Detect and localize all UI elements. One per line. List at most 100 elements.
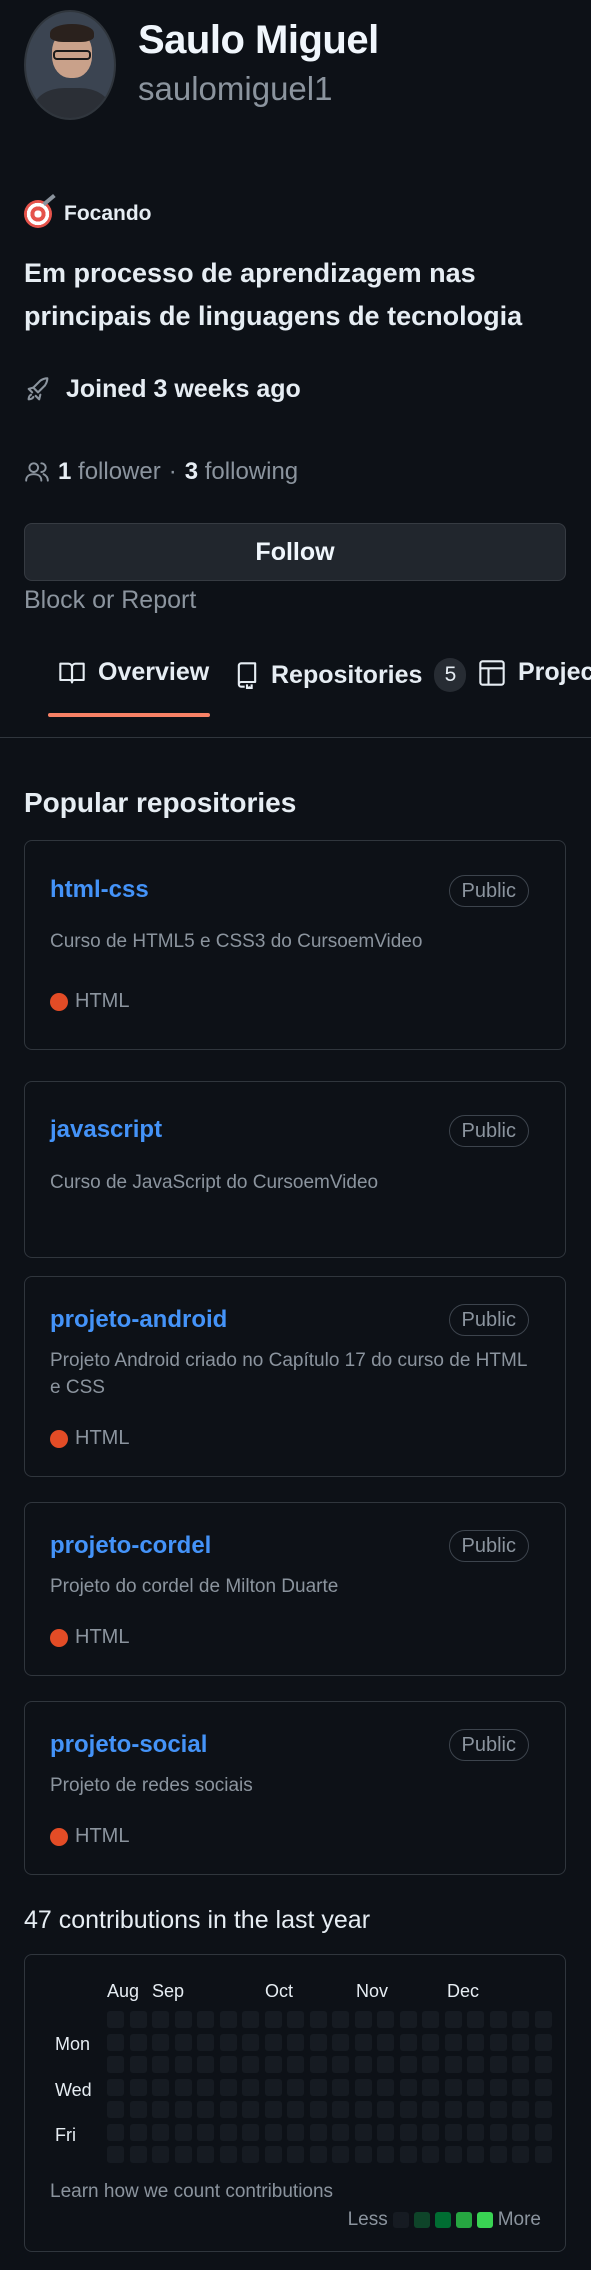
contribution-cell[interactable] [489,2033,507,2051]
contribution-cell[interactable] [152,2056,169,2073]
contribution-cell[interactable] [129,2101,147,2118]
contribution-cell[interactable] [467,2123,484,2141]
contribution-cell[interactable] [467,2101,484,2118]
contribution-cell[interactable] [377,2123,394,2141]
contribution-cell[interactable] [377,2146,394,2163]
contribution-cell[interactable] [377,2101,394,2118]
contribution-cell[interactable] [107,2078,124,2096]
contribution-cell[interactable] [197,2146,214,2163]
contribution-cell[interactable] [512,2056,529,2073]
followers-link[interactable]: 1 follower [58,458,161,486]
contribution-cell[interactable] [152,2101,169,2118]
status-badge[interactable]: Focando [24,200,152,228]
contribution-cell[interactable] [467,2011,484,2028]
contribution-cell[interactable] [309,2123,327,2141]
contribution-cell[interactable] [174,2123,192,2141]
contribution-cell[interactable] [489,2078,507,2096]
contribution-cell[interactable] [264,2033,282,2051]
contribution-cell[interactable] [422,2011,439,2028]
contribution-cell[interactable] [467,2078,484,2096]
learn-contributions-link[interactable]: Learn how we count contributions [50,2181,333,2203]
contribution-cell[interactable] [444,2011,462,2028]
contribution-cell[interactable] [354,2056,372,2073]
contribution-cell[interactable] [399,2078,417,2096]
contribution-cell[interactable] [512,2033,529,2051]
contribution-cell[interactable] [332,2033,349,2051]
contribution-cell[interactable] [287,2056,304,2073]
contribution-cell[interactable] [377,2011,394,2028]
block-report-link[interactable]: Block or Report [24,586,196,615]
contribution-cell[interactable] [129,2056,147,2073]
contribution-cell[interactable] [489,2123,507,2141]
contribution-cell[interactable] [534,2011,552,2028]
contribution-cell[interactable] [107,2123,124,2141]
tab-projects[interactable]: Projects [478,658,591,687]
contribution-cell[interactable] [422,2033,439,2051]
contribution-cell[interactable] [309,2078,327,2096]
contribution-cell[interactable] [242,2033,259,2051]
contribution-cell[interactable] [129,2146,147,2163]
contribution-cell[interactable] [242,2146,259,2163]
contribution-cell[interactable] [174,2011,192,2028]
contribution-cell[interactable] [287,2123,304,2141]
contribution-cell[interactable] [152,2033,169,2051]
contribution-cell[interactable] [129,2123,147,2141]
contribution-cell[interactable] [332,2011,349,2028]
contribution-cell[interactable] [197,2033,214,2051]
contribution-cell[interactable] [264,2011,282,2028]
contribution-cell[interactable] [219,2146,237,2163]
contribution-cell[interactable] [197,2123,214,2141]
repo-name-link[interactable]: projeto-social [50,1731,207,1759]
contribution-cell[interactable] [264,2056,282,2073]
contribution-cell[interactable] [534,2056,552,2073]
contribution-cell[interactable] [399,2146,417,2163]
contribution-cell[interactable] [287,2033,304,2051]
contribution-cell[interactable] [242,2101,259,2118]
contribution-cell[interactable] [354,2123,372,2141]
contribution-cell[interactable] [332,2123,349,2141]
contribution-cell[interactable] [534,2101,552,2118]
contribution-cell[interactable] [242,2011,259,2028]
tab-repositories[interactable]: Repositories 5 [235,658,467,692]
contribution-cell[interactable] [309,2011,327,2028]
contribution-cell[interactable] [377,2033,394,2051]
contribution-cell[interactable] [242,2123,259,2141]
contribution-cell[interactable] [264,2078,282,2096]
contribution-cell[interactable] [399,2123,417,2141]
contribution-cell[interactable] [377,2056,394,2073]
contribution-cell[interactable] [197,2056,214,2073]
contribution-cell[interactable] [129,2078,147,2096]
contribution-cell[interactable] [174,2146,192,2163]
contribution-cell[interactable] [152,2123,169,2141]
contribution-cell[interactable] [534,2033,552,2051]
contribution-cell[interactable] [287,2078,304,2096]
contribution-cell[interactable] [309,2056,327,2073]
contribution-cell[interactable] [107,2146,124,2163]
repo-name-link[interactable]: projeto-cordel [50,1532,211,1560]
contribution-cell[interactable] [512,2078,529,2096]
contribution-cell[interactable] [332,2101,349,2118]
contribution-cell[interactable] [107,2011,124,2028]
contribution-cell[interactable] [399,2033,417,2051]
contribution-cell[interactable] [354,2011,372,2028]
contribution-cell[interactable] [377,2078,394,2096]
contribution-cell[interactable] [107,2101,124,2118]
contribution-cell[interactable] [489,2056,507,2073]
contribution-cell[interactable] [444,2146,462,2163]
repo-name-link[interactable]: html-css [50,876,149,904]
contribution-cell[interactable] [512,2123,529,2141]
contribution-cell[interactable] [287,2146,304,2163]
contribution-cell[interactable] [422,2078,439,2096]
follow-button[interactable]: Follow [24,523,566,581]
contribution-cell[interactable] [309,2101,327,2118]
contribution-cell[interactable] [219,2123,237,2141]
contribution-cell[interactable] [354,2101,372,2118]
contribution-cell[interactable] [399,2011,417,2028]
contribution-cell[interactable] [422,2146,439,2163]
contribution-cell[interactable] [264,2146,282,2163]
following-link[interactable]: 3 following [185,458,298,486]
contribution-cell[interactable] [152,2146,169,2163]
contribution-cell[interactable] [287,2101,304,2118]
repo-name-link[interactable]: projeto-android [50,1306,227,1334]
contribution-cell[interactable] [174,2101,192,2118]
